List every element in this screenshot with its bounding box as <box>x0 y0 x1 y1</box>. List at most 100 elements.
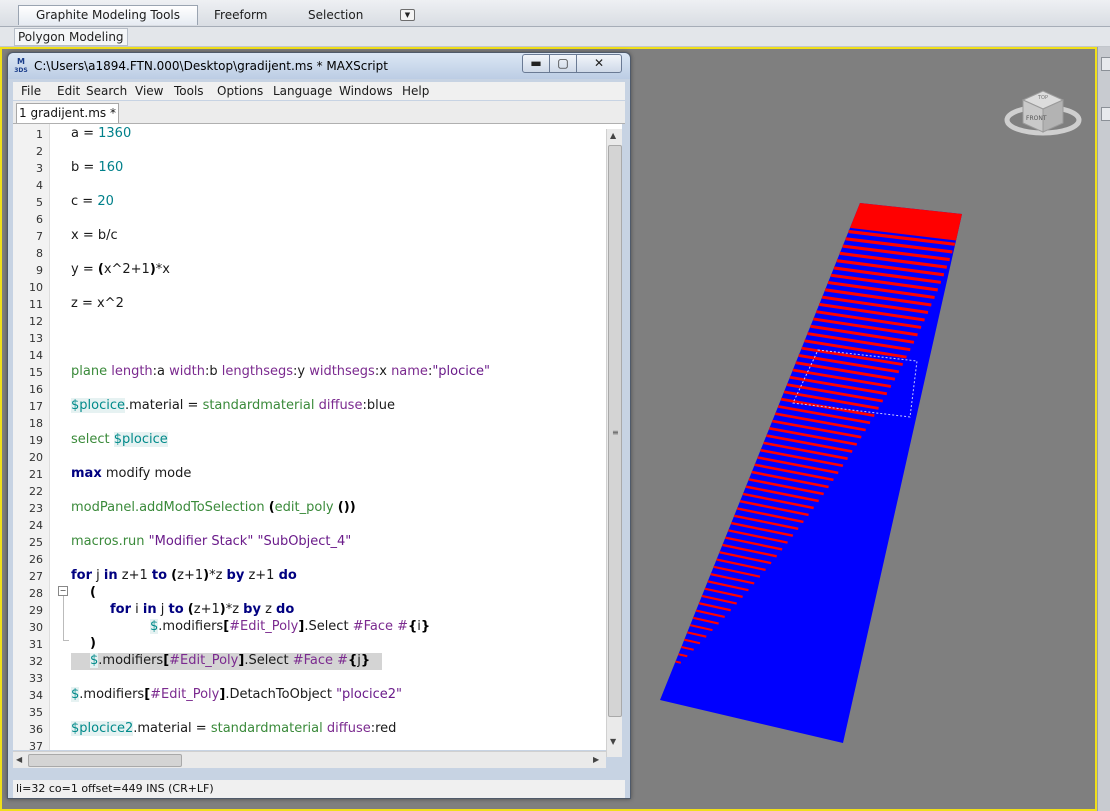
code-line[interactable]: ) <box>90 636 96 651</box>
menu-view[interactable]: View <box>135 84 163 98</box>
window-titlebar[interactable]: M 3DS C:\Users\a1894.FTN.000\Desktop\grad… <box>8 53 630 79</box>
scroll-up-icon[interactable]: ▲ <box>610 131 616 140</box>
menu-help[interactable]: Help <box>402 84 429 98</box>
code-line[interactable]: max modify mode <box>71 466 191 481</box>
code-line[interactable]: macros.run "Modifier Stack" "SubObject_4… <box>71 534 351 549</box>
line-number: 37 <box>29 740 43 750</box>
code-line[interactable]: select $plocice <box>71 432 168 447</box>
horizontal-scroll-thumb[interactable] <box>28 754 182 767</box>
ribbon-panel-bar: Polygon Modeling <box>0 27 1110 47</box>
polygon-modeling-panel-button[interactable]: Polygon Modeling <box>14 28 128 46</box>
line-number: 36 <box>29 723 43 736</box>
maximize-icon: ▢ <box>557 56 569 70</box>
fold-guide-end <box>63 640 69 641</box>
line-number: 19 <box>29 434 43 447</box>
line-number: 10 <box>29 281 43 294</box>
code-line[interactable]: $.modifiers[#Edit_Poly].DetachToObject "… <box>71 687 402 702</box>
line-number: 24 <box>29 519 43 532</box>
code-line[interactable]: plane length:a width:b lengthsegs:y widt… <box>71 364 490 379</box>
tab-gradijent-ms[interactable]: 1 gradijent.ms * <box>16 103 119 123</box>
menu-bar: File Edit Search View Tools Options Lang… <box>13 82 625 100</box>
line-number: 14 <box>29 349 43 362</box>
line-number: 34 <box>29 689 43 702</box>
line-number: 33 <box>29 672 43 685</box>
code-line[interactable]: ( <box>90 585 96 600</box>
fold-collapse-icon[interactable]: − <box>58 586 68 596</box>
vertical-scrollbar[interactable]: ▲ ≡ ▼ <box>606 129 622 757</box>
maxscript-editor-window[interactable]: M 3DS C:\Users\a1894.FTN.000\Desktop\grad… <box>7 52 631 799</box>
fold-guide <box>63 596 64 640</box>
code-line[interactable]: modPanel.addModToSelection (edit_poly ()… <box>71 500 356 515</box>
line-number: 8 <box>36 247 43 260</box>
horizontal-scrollbar[interactable]: ◀ ▶ <box>13 751 606 768</box>
tab-freeform[interactable]: Freeform <box>214 6 267 24</box>
line-number: 2 <box>36 145 43 158</box>
line-number: 30 <box>29 621 43 634</box>
line-number: 27 <box>29 570 43 583</box>
vertical-scroll-thumb[interactable]: ≡ <box>608 145 622 717</box>
menu-file[interactable]: File <box>21 84 41 98</box>
panel-tab-marker[interactable] <box>1101 107 1110 121</box>
line-number: 5 <box>36 196 43 209</box>
viewcube-icon[interactable]: FRONT TOP <box>1003 80 1083 142</box>
menu-windows[interactable]: Windows <box>339 84 393 98</box>
code-line[interactable]: x = b/c <box>71 228 118 243</box>
code-line[interactable]: b = 160 <box>71 160 123 175</box>
code-line[interactable]: a = 1360 <box>71 126 131 141</box>
code-line[interactable]: for i in j to (z+1)*z by z do <box>110 602 294 617</box>
code-line[interactable]: $plocice2.material = standardmaterial di… <box>71 721 396 736</box>
status-bar: li=32 co=1 offset=449 INS (CR+LF) <box>13 780 625 798</box>
scroll-down-icon[interactable]: ▼ <box>610 737 616 746</box>
line-number: 26 <box>29 553 43 566</box>
menu-edit[interactable]: Edit <box>57 84 80 98</box>
menu-search[interactable]: Search <box>86 84 127 98</box>
line-number: 3 <box>36 162 43 175</box>
line-number: 6 <box>36 213 43 226</box>
line-number-gutter: 1 2 3 4 5 6 7 8 9 10 11 12 13 14 15 16 17 18 19 20 21 22 23 24 2… <box>13 124 50 750</box>
scroll-right-icon[interactable]: ▶ <box>593 755 599 764</box>
line-number: 16 <box>29 383 43 396</box>
tab-selection[interactable]: Selection <box>308 6 363 24</box>
maximize-button[interactable]: ▢ <box>549 54 577 73</box>
viewcube-front-label: FRONT <box>1026 115 1047 122</box>
line-number: 7 <box>36 230 43 243</box>
close-icon: ✕ <box>593 56 605 70</box>
close-button[interactable]: ✕ <box>576 54 622 73</box>
line-number: 31 <box>29 638 43 651</box>
line-number: 21 <box>29 468 43 481</box>
code-line[interactable]: for j in z+1 to (z+1)*z by z+1 do <box>71 568 297 583</box>
ribbon-options-dropdown[interactable]: ▼ <box>400 9 415 21</box>
line-number: 25 <box>29 536 43 549</box>
code-line[interactable]: c = 20 <box>71 194 114 209</box>
line-number: 22 <box>29 485 43 498</box>
code-line[interactable]: z = x^2 <box>71 296 124 311</box>
menu-options[interactable]: Options <box>217 84 263 98</box>
line-number: 32 <box>29 655 43 668</box>
line-number: 18 <box>29 417 43 430</box>
code-line[interactable]: $.modifiers[#Edit_Poly].Select #Face #{j… <box>90 653 370 668</box>
line-number: 15 <box>29 366 43 379</box>
menu-tools[interactable]: Tools <box>174 84 204 98</box>
panel-tab-marker[interactable] <box>1101 57 1110 71</box>
line-number: 20 <box>29 451 43 464</box>
code-line[interactable]: y = (x^2+1)*x <box>71 262 170 277</box>
line-number: 1 <box>36 128 43 141</box>
viewport-plane-object[interactable] <box>655 195 970 755</box>
line-number: 35 <box>29 706 43 719</box>
minimize-button[interactable]: ▬ <box>522 54 550 73</box>
menu-language[interactable]: Language <box>273 84 332 98</box>
line-number: 11 <box>29 298 43 311</box>
grip-icon: ≡ <box>612 428 619 437</box>
command-panel-edge <box>1097 47 1110 811</box>
line-number: 29 <box>29 604 43 617</box>
window-title: C:\Users\a1894.FTN.000\Desktop\gradijent… <box>34 59 388 73</box>
line-number: 4 <box>36 179 43 192</box>
plane-red-stripe <box>675 660 682 664</box>
code-editor[interactable]: 1 2 3 4 5 6 7 8 9 10 11 12 13 14 15 16 17 18 19 20 21 22 23 24 2… <box>13 124 622 750</box>
code-line[interactable]: $.modifiers[#Edit_Poly].Select #Face #{i… <box>150 619 430 634</box>
tab-graphite-modeling-tools[interactable]: Graphite Modeling Tools <box>18 5 198 25</box>
code-line[interactable]: $plocice.material = standardmaterial dif… <box>71 398 395 413</box>
scroll-left-icon[interactable]: ◀ <box>16 755 22 764</box>
line-number: 13 <box>29 332 43 345</box>
line-number: 17 <box>29 400 43 413</box>
